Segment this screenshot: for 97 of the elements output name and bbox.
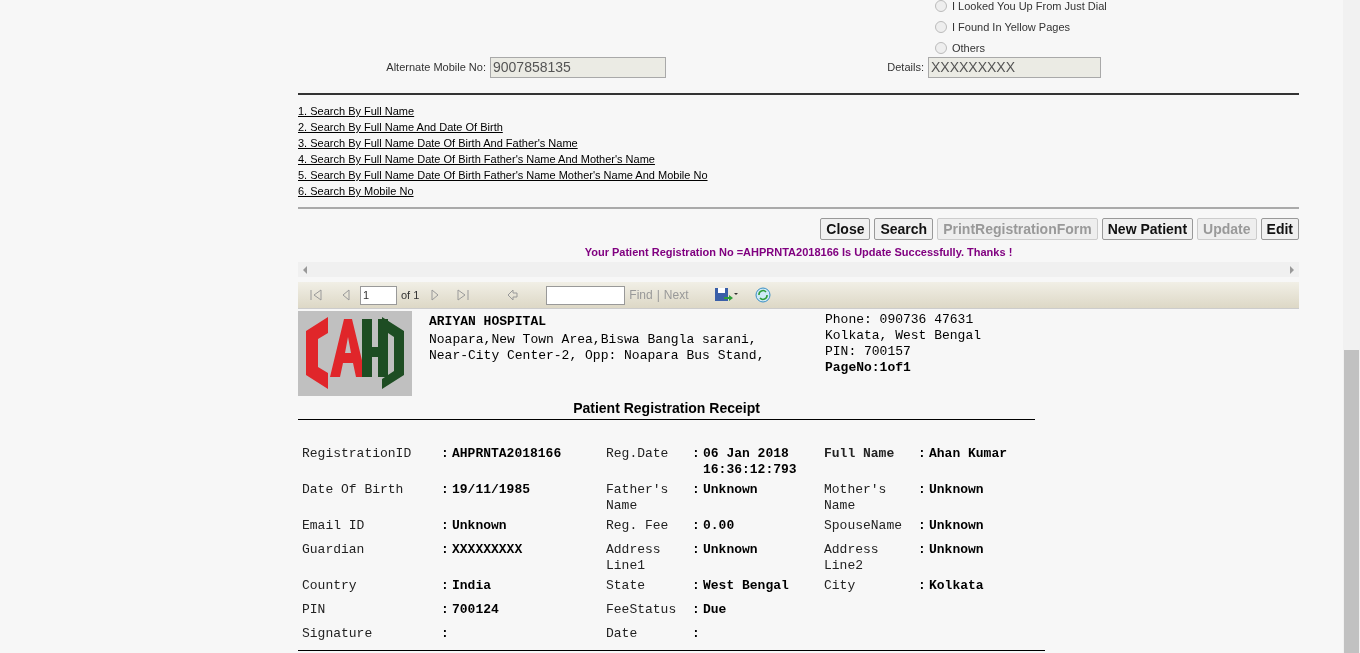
colon: : bbox=[441, 482, 449, 497]
field-value: 0.00 bbox=[703, 518, 735, 533]
field-value: Unknown bbox=[703, 542, 758, 557]
colon: : bbox=[692, 518, 700, 533]
field-value: 700124 bbox=[452, 602, 499, 617]
colon: : bbox=[692, 602, 700, 617]
field-value: Unknown bbox=[929, 518, 984, 533]
field-value: Unknown bbox=[703, 482, 758, 497]
next-page-icon[interactable] bbox=[431, 289, 440, 301]
receipt-title: Patient Registration Receipt bbox=[573, 400, 760, 416]
field-label: Signature bbox=[302, 626, 374, 643]
address-line: Near-City Center-2, Opp: Noapara Bus Stand, bbox=[429, 348, 766, 364]
field-value: Unknown bbox=[929, 482, 984, 497]
field-label: State bbox=[606, 578, 646, 595]
field-label: PIN bbox=[302, 602, 327, 619]
field-label: Address Line2 bbox=[824, 542, 880, 574]
colon: : bbox=[918, 446, 926, 461]
field-label: Guardian bbox=[302, 542, 366, 559]
field-label: Address Line1 bbox=[606, 542, 662, 574]
refresh-icon[interactable] bbox=[754, 287, 771, 303]
page-number-field[interactable]: 1 bbox=[360, 285, 397, 305]
field-value: West Bengal bbox=[703, 578, 789, 593]
find-field[interactable] bbox=[546, 285, 626, 305]
contact-line: Phone: 090736 47631 bbox=[825, 312, 975, 328]
page-number: PageNo:1of1 bbox=[825, 360, 912, 376]
colon: : bbox=[918, 578, 926, 593]
action-button[interactable]: Edit bbox=[1260, 218, 1299, 240]
success-message: Your Patient Registration No =AHPRNTA2018166 Is Update Successfully. Thanks ! bbox=[584, 246, 1013, 258]
radio-label[interactable]: Others bbox=[952, 42, 985, 54]
field-label: Country bbox=[302, 578, 358, 595]
search-link[interactable]: 5. Search By Full Name Date Of Birth Father's Name Mother's Name And Mobile No bbox=[298, 169, 708, 181]
radio-button[interactable] bbox=[935, 0, 947, 12]
field-label: Reg. Fee bbox=[606, 518, 670, 535]
address-line: Noapara,New Town Area,Biswa Bangla sarani, bbox=[429, 332, 758, 348]
field-label: Email ID bbox=[302, 518, 366, 535]
colon: : bbox=[692, 482, 700, 497]
field-value: Unknown bbox=[452, 518, 507, 533]
field-value: India bbox=[452, 578, 491, 593]
search-link[interactable]: 1. Search By Full Name bbox=[298, 105, 415, 117]
field-value: AHPRNTA2018166 bbox=[452, 446, 562, 461]
field-label: Date Of Birth bbox=[302, 482, 405, 499]
field-value: Due bbox=[703, 602, 727, 617]
search-link[interactable]: 4. Search By Full Name Date Of Birth Father's Name And Mother's Name bbox=[298, 153, 655, 165]
colon: : bbox=[441, 578, 449, 593]
colon: : bbox=[441, 542, 449, 557]
radio-label[interactable]: I Looked You Up From Just Dial bbox=[952, 0, 1107, 12]
save-icon[interactable] bbox=[713, 287, 738, 303]
field-label: Details: bbox=[887, 59, 924, 75]
colon: : bbox=[441, 626, 449, 641]
colon: : bbox=[692, 446, 700, 461]
field-label: SpouseName bbox=[824, 518, 903, 535]
search-link[interactable]: 2. Search By Full Name And Date Of Birth bbox=[298, 121, 503, 133]
field-label: FeeStatus bbox=[606, 602, 678, 619]
field-value: 19/11/1985 bbox=[452, 482, 530, 497]
previous-page-icon[interactable] bbox=[342, 289, 350, 301]
colon: : bbox=[692, 578, 700, 593]
hospital-name: ARIYAN HOSPITAL bbox=[429, 314, 548, 330]
radio-button[interactable] bbox=[935, 21, 947, 33]
page-count: of 1 bbox=[401, 287, 420, 303]
field-label: Father's Name bbox=[606, 482, 670, 514]
search-link[interactable]: 6. Search By Mobile No bbox=[298, 185, 414, 197]
scrollbar-thumb[interactable] bbox=[1344, 350, 1359, 653]
radio-button[interactable] bbox=[935, 42, 947, 54]
colon: : bbox=[441, 446, 449, 461]
right-arrow-icon[interactable] bbox=[1289, 265, 1295, 274]
horizontal-scrollbar[interactable] bbox=[298, 262, 1299, 277]
field-label: RegistrationID bbox=[302, 446, 413, 463]
first-page-icon[interactable] bbox=[310, 289, 322, 301]
search-link[interactable]: 3. Search By Full Name Date Of Birth And Father's Name bbox=[298, 137, 578, 149]
left-arrow-icon[interactable] bbox=[302, 265, 308, 274]
field-label: Reg.Date bbox=[606, 446, 670, 463]
contact-line: PIN: 700157 bbox=[825, 344, 912, 360]
back-arrow-icon[interactable] bbox=[507, 289, 519, 301]
action-button[interactable]: New Patient bbox=[1101, 218, 1194, 240]
colon: : bbox=[441, 518, 449, 533]
radio-label[interactable]: I Found In Yellow Pages bbox=[952, 21, 1071, 33]
field-value: XXXXXXXXX bbox=[452, 542, 523, 557]
field-label: Mother's Name bbox=[824, 482, 888, 514]
colon: : bbox=[692, 542, 700, 557]
colon: : bbox=[918, 518, 926, 533]
action-button[interactable]: Close bbox=[820, 218, 871, 240]
field-value: Unknown bbox=[929, 542, 984, 557]
colon: : bbox=[441, 602, 449, 617]
field-label: City bbox=[824, 578, 857, 595]
field-label: Date bbox=[606, 626, 639, 643]
colon: : bbox=[918, 482, 926, 497]
field-label: Full Name bbox=[824, 446, 896, 463]
colon: : bbox=[692, 626, 700, 641]
field-value: Kolkata bbox=[929, 578, 984, 593]
field-label: Alternate Mobile No: bbox=[386, 59, 486, 75]
field-value: 06 Jan 2018 16:36:12:793 bbox=[703, 446, 797, 477]
action-button[interactable]: Search bbox=[874, 218, 934, 240]
colon: : bbox=[918, 542, 926, 557]
field-value: Ahan Kumar bbox=[929, 446, 1007, 461]
contact-line: Kolkata, West Bengal bbox=[825, 328, 982, 344]
separator: | bbox=[656, 287, 660, 304]
last-page-icon[interactable] bbox=[457, 289, 470, 301]
